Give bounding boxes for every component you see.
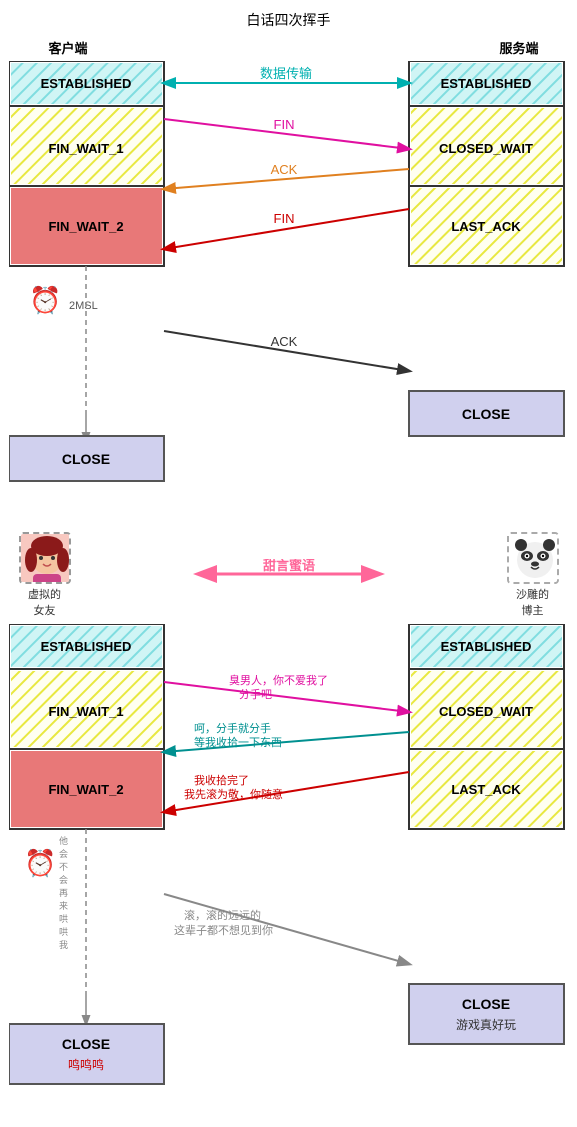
svg-text:⏰: ⏰ bbox=[29, 284, 61, 315]
svg-text:分手吧: 分手吧 bbox=[239, 687, 272, 701]
top-diagram-body: ESTABLISHED FIN_WAIT_1 FIN_WAIT_2 ⏰ 2MSL… bbox=[9, 61, 569, 494]
svg-text:哄: 哄 bbox=[59, 927, 68, 937]
top-arrows-svg: ESTABLISHED FIN_WAIT_1 FIN_WAIT_2 ⏰ 2MSL… bbox=[9, 61, 569, 491]
avatar-panda-img bbox=[507, 532, 559, 584]
svg-text:CLOSE: CLOSE bbox=[61, 1036, 109, 1052]
svg-text:哄: 哄 bbox=[59, 914, 68, 924]
svg-text:数据传输: 数据传输 bbox=[259, 66, 311, 81]
svg-text:FIN_WAIT_2: FIN_WAIT_2 bbox=[48, 219, 123, 234]
top-title: 白话四次挥手 bbox=[9, 10, 569, 30]
svg-text:CLOSED_WAIT: CLOSED_WAIT bbox=[439, 704, 533, 719]
svg-text:⏰: ⏰ bbox=[24, 847, 56, 878]
avatar-right: 沙雕的博主 bbox=[507, 532, 559, 618]
svg-text:鸣鸣鸣: 鸣鸣鸣 bbox=[67, 1057, 103, 1072]
svg-text:他: 他 bbox=[59, 835, 68, 846]
svg-text:不: 不 bbox=[59, 862, 68, 872]
svg-text:我收拾完了: 我收拾完了 bbox=[194, 773, 249, 787]
svg-text:LAST_ACK: LAST_ACK bbox=[451, 219, 521, 234]
svg-text:FIN: FIN bbox=[273, 211, 294, 226]
svg-text:ESTABLISHED: ESTABLISHED bbox=[440, 76, 531, 91]
svg-text:会: 会 bbox=[59, 874, 68, 885]
svg-text:ESTABLISHED: ESTABLISHED bbox=[440, 639, 531, 654]
svg-text:滚，滚的远远的: 滚，滚的远远的 bbox=[184, 908, 261, 922]
bottom-diagram-body: ESTABLISHED FIN_WAIT_1 FIN_WAIT_2 ⏰ 他 会 … bbox=[9, 624, 569, 1097]
svg-text:甜言蜜语: 甜言蜜语 bbox=[262, 559, 314, 573]
svg-text:ESTABLISHED: ESTABLISHED bbox=[40, 76, 131, 91]
svg-text:再: 再 bbox=[59, 888, 68, 898]
svg-text:会: 会 bbox=[59, 848, 68, 859]
svg-text:ACK: ACK bbox=[270, 162, 297, 177]
svg-text:等我收拾一下东西: 等我收拾一下东西 bbox=[194, 735, 282, 749]
sweet-talk-container: 甜言蜜语 bbox=[189, 559, 389, 592]
top-diagram: 白话四次挥手 客户端 服务端 ESTABLISHED FIN_WAIT_1 FI… bbox=[9, 10, 569, 494]
avatar-girl-label: 虚拟的女友 bbox=[28, 586, 61, 618]
svg-text:我: 我 bbox=[59, 940, 68, 950]
svg-text:ACK: ACK bbox=[270, 334, 297, 349]
svg-text:我先滚为敬，你随意: 我先滚为敬，你随意 bbox=[184, 787, 283, 801]
sweet-talk-arrow: 甜言蜜语 bbox=[189, 559, 389, 589]
svg-text:CLOSED_WAIT: CLOSED_WAIT bbox=[439, 141, 533, 156]
svg-text:FIN: FIN bbox=[273, 117, 294, 132]
server-header: 服务端 bbox=[499, 38, 538, 57]
svg-text:这辈子都不想见到你: 这辈子都不想见到你 bbox=[174, 923, 273, 937]
svg-text:臭男人，你不爱我了: 臭男人，你不爱我了 bbox=[229, 673, 328, 687]
client-header: 客户端 bbox=[49, 38, 88, 57]
avatar-panda-label: 沙雕的博主 bbox=[516, 586, 549, 618]
columns-header: 客户端 服务端 bbox=[9, 38, 569, 57]
svg-text:ESTABLISHED: ESTABLISHED bbox=[40, 639, 131, 654]
svg-text:LAST_ACK: LAST_ACK bbox=[451, 782, 521, 797]
svg-text:游戏真好玩: 游戏真好玩 bbox=[455, 1018, 515, 1032]
svg-text:来: 来 bbox=[59, 901, 68, 911]
svg-text:CLOSE: CLOSE bbox=[461, 996, 509, 1012]
avatar-row: 虚拟的女友 甜言蜜语 bbox=[9, 532, 569, 618]
svg-text:CLOSE: CLOSE bbox=[461, 406, 509, 422]
svg-text:呵，分手就分手: 呵，分手就分手 bbox=[194, 721, 271, 735]
avatar-girl-img bbox=[19, 532, 71, 584]
svg-text:FIN_WAIT_1: FIN_WAIT_1 bbox=[48, 141, 123, 156]
bottom-diagram: 虚拟的女友 甜言蜜语 bbox=[9, 532, 569, 1097]
bottom-arrows-svg: ESTABLISHED FIN_WAIT_1 FIN_WAIT_2 ⏰ 他 会 … bbox=[9, 624, 569, 1094]
svg-text:FIN_WAIT_2: FIN_WAIT_2 bbox=[48, 782, 123, 797]
svg-text:FIN_WAIT_1: FIN_WAIT_1 bbox=[48, 704, 123, 719]
svg-text:2MSL: 2MSL bbox=[69, 300, 98, 312]
avatar-left: 虚拟的女友 bbox=[19, 532, 71, 618]
svg-text:CLOSE: CLOSE bbox=[61, 451, 109, 467]
diagram-container: 白话四次挥手 客户端 服务端 ESTABLISHED FIN_WAIT_1 FI… bbox=[0, 0, 577, 1107]
